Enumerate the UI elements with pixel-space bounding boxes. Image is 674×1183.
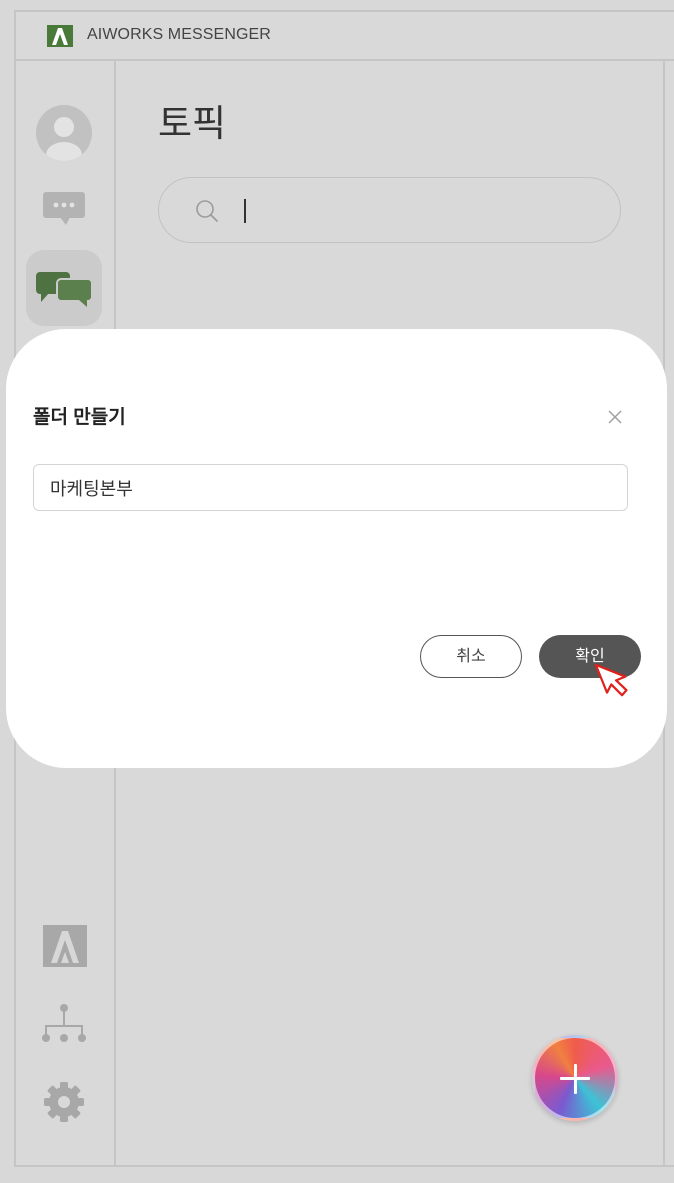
org-chart-icon[interactable]	[42, 1002, 86, 1046]
add-fab-button[interactable]	[532, 1035, 618, 1121]
title-bar-divider	[14, 59, 674, 61]
aiworks-logo-icon[interactable]	[43, 925, 87, 967]
text-caret	[244, 199, 246, 223]
dialog-title: 폴더 만들기	[33, 407, 126, 428]
app-title: AIWORKS MESSENGER	[87, 26, 271, 43]
settings-gear-icon[interactable]	[42, 1080, 86, 1124]
folder-name-input[interactable]	[33, 464, 628, 511]
aiworks-logo-icon	[47, 25, 73, 47]
mouse-cursor-icon	[592, 661, 628, 711]
create-folder-dialog: 폴더 만들기 취소 확인	[6, 329, 667, 768]
search-icon	[194, 198, 220, 224]
search-box[interactable]	[158, 177, 621, 243]
topic-icon	[35, 270, 93, 308]
search-input[interactable]	[243, 196, 583, 224]
page-title: 토픽	[158, 103, 227, 144]
chat-icon[interactable]	[42, 191, 86, 227]
close-icon[interactable]	[607, 409, 623, 425]
cancel-button[interactable]: 취소	[420, 635, 522, 678]
profile-avatar-icon[interactable]	[36, 105, 92, 161]
